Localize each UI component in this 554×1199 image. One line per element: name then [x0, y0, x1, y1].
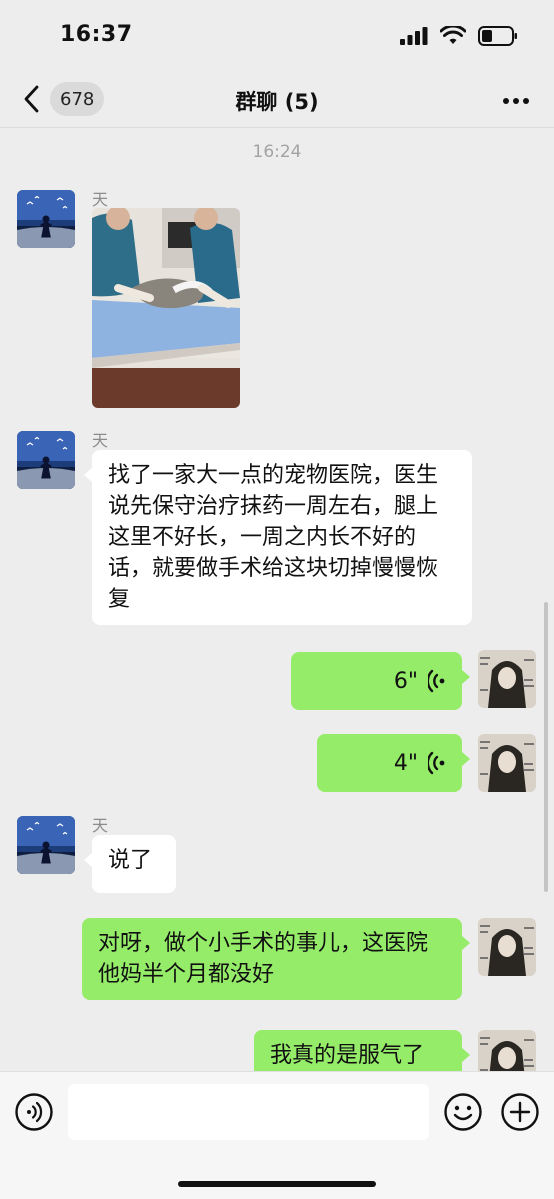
self-avatar[interactable]: [478, 650, 536, 708]
sender-name: 天: [92, 816, 109, 835]
avatar-image: [17, 190, 75, 248]
emoji-icon[interactable]: [443, 1092, 483, 1132]
plus-icon[interactable]: [500, 1092, 540, 1132]
avatar-image: [478, 918, 536, 976]
avatar-image: [17, 816, 75, 874]
avatar-image: [17, 431, 75, 489]
avatar-image: [478, 650, 536, 708]
wifi-icon: [440, 26, 466, 44]
chat-header: 678 群聊 (5): [0, 70, 554, 128]
voice-wave-icon: [428, 669, 445, 693]
avatar[interactable]: [17, 431, 75, 489]
voice-duration: 4": [393, 750, 418, 776]
message-image[interactable]: [92, 208, 240, 408]
self-avatar[interactable]: [478, 918, 536, 976]
cellular-signal-icon: [400, 27, 428, 45]
status-bar: 16:37: [0, 0, 554, 70]
voice-wave-icon: [428, 751, 445, 775]
message-bubble[interactable]: 对呀，做个小手术的事儿，这医院他妈半个月都没好: [82, 918, 470, 1000]
sender-name: 天: [92, 190, 109, 209]
message-input[interactable]: [68, 1084, 429, 1140]
input-bar: [0, 1071, 554, 1199]
message-bubble[interactable]: 说了: [84, 835, 176, 893]
battery-icon: [478, 26, 517, 46]
voice-input-icon[interactable]: [14, 1092, 54, 1132]
status-time: 16:37: [60, 22, 133, 47]
chat-title: 群聊 (5): [235, 90, 319, 114]
home-indicator: [178, 1181, 376, 1187]
scrollbar[interactable]: [544, 602, 548, 892]
message-bubble[interactable]: 找了一家大一点的宠物医院，医生说先保守治疗抹药一周左右，腿上这里不好长，一周之内…: [84, 450, 472, 625]
status-icons: [400, 26, 518, 46]
message-timestamp: 16:24: [252, 142, 302, 162]
voice-duration: 6": [393, 668, 418, 694]
avatar[interactable]: [17, 816, 75, 874]
avatar[interactable]: [17, 190, 75, 248]
voice-message-bubble[interactable]: 4": [317, 734, 470, 792]
vet-clinic-photo: [92, 208, 240, 408]
avatar-image: [478, 734, 536, 792]
sender-name: 天: [92, 431, 109, 450]
more-button[interactable]: [502, 90, 530, 109]
voice-message-bubble[interactable]: 6": [291, 652, 470, 710]
self-avatar[interactable]: [478, 734, 536, 792]
more-icon: [503, 98, 529, 104]
